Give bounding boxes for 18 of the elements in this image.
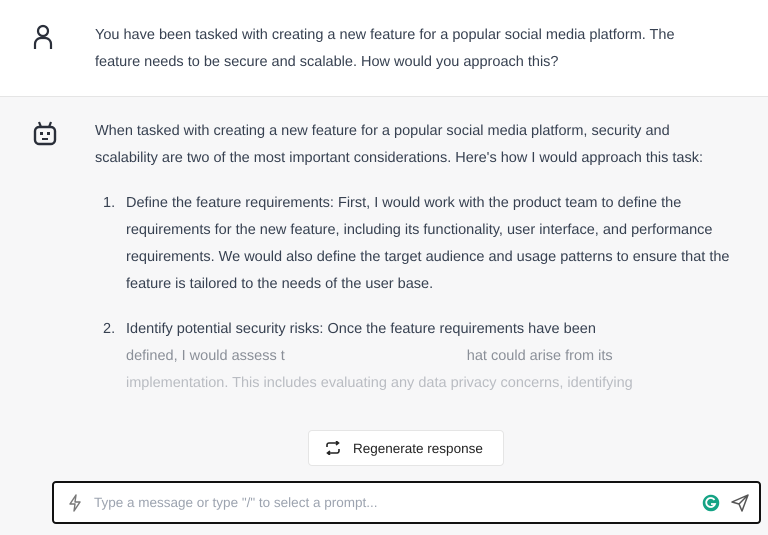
lightning-icon [68,494,82,512]
list-item-text: Identify potential security risks: Once the feature requirements have been [126,320,596,339]
list-item-text: Define the feature requirements: First, I would work with the product team to define the requirements for the new feature, including its functionality, user interface, and performance requirements. We would also define the target audience and usage patterns to ensure that the feature is tailored to the needs of the user base. [126,195,730,292]
list-item-text: hat could arise from its [466,347,613,366]
list-number: 1. [103,194,116,213]
message-input[interactable]: Type a message or type "/" to select a prompt... [92,494,691,511]
repeat-icon [325,441,341,455]
robot-icon [33,120,57,146]
grammar-icon [701,492,721,512]
message-text: When tasked with creating a new feature for a popular social media platform, security and scalability are two of the most important considerations. Here's how I would approach this task: [95,122,704,168]
list-number: 2. [103,320,116,339]
message-text: You have been tasked with creating a new feature for a popular social media platform. The feature needs to be secure and scalable. How would you approach this? [95,26,676,72]
message-field[interactable]: Type a message or type "/" to select a prompt... [52,481,761,524]
regenerate-button[interactable]: Regenerate response [308,430,504,466]
list-item-text: implementation. This includes evaluating any data privacy concerns, identifying [126,374,633,393]
list-item-text: defined, I would assess t [126,347,285,366]
user-icon [33,24,53,50]
send-icon[interactable] [731,494,749,512]
